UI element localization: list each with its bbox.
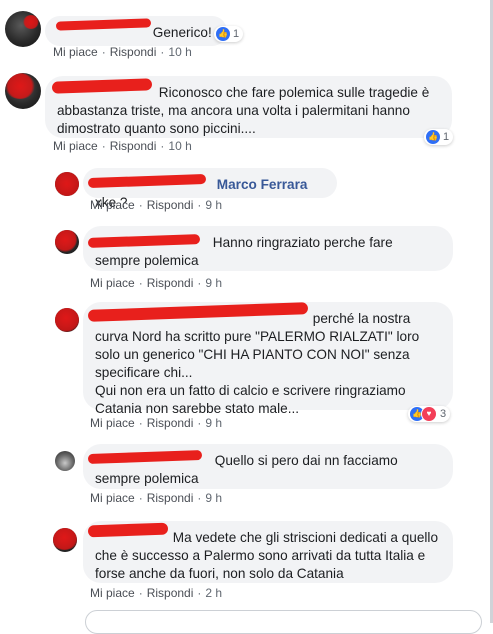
comment-actions: Mi piace · Rispondi · 9 h bbox=[90, 276, 223, 290]
like-link[interactable]: Mi piace bbox=[90, 276, 135, 290]
comment-text: Quello si pero dai nn facciamo sempre po… bbox=[95, 453, 398, 486]
comment-bubble: Generico! bbox=[45, 16, 227, 46]
reply-link[interactable]: Rispondi bbox=[147, 198, 194, 212]
reply-link[interactable]: Rispondi bbox=[147, 586, 194, 600]
reply-link[interactable]: Rispondi bbox=[147, 491, 194, 505]
reply-link[interactable]: Rispondi bbox=[147, 416, 194, 430]
avatar[interactable] bbox=[55, 308, 79, 332]
comment-actions: Mi piace · Rispondi · 9 h bbox=[90, 416, 223, 430]
reply-link[interactable]: Rispondi bbox=[147, 276, 194, 290]
timestamp[interactable]: 9 h bbox=[205, 416, 222, 430]
comment-text-continued: Qui non era un fatto di calcio e scriver… bbox=[95, 383, 406, 416]
like-link[interactable]: Mi piace bbox=[90, 586, 135, 600]
comment-bubble: Riconosco che fare polemica sulle traged… bbox=[45, 76, 452, 138]
comment-actions: Mi piace · Rispondi · 10 h bbox=[53, 45, 192, 59]
comment-text: perché la nostra curva Nord ha scritto p… bbox=[95, 311, 420, 380]
reaction-count: 3 bbox=[440, 408, 447, 420]
reply-input[interactable] bbox=[85, 610, 482, 634]
comment-actions: Mi piace · Rispondi · 10 h bbox=[53, 139, 192, 153]
reactions-badge[interactable]: 👍 ♥ 3 bbox=[408, 406, 451, 422]
thumbs-up-icon: 👍 bbox=[426, 130, 440, 144]
comment-mention[interactable]: Marco Ferrara bbox=[217, 177, 308, 192]
like-link[interactable]: Mi piace bbox=[90, 198, 135, 212]
like-link[interactable]: Mi piace bbox=[53, 45, 98, 59]
reaction-count: 1 bbox=[443, 131, 450, 143]
comment-text: Hanno ringraziato perche fare sempre pol… bbox=[95, 235, 393, 268]
avatar[interactable] bbox=[55, 172, 79, 196]
comment-text: Riconosco che fare polemica sulle traged… bbox=[57, 85, 430, 136]
comment-bubble: Quello si pero dai nn facciamo sempre po… bbox=[83, 444, 453, 489]
heart-icon: ♥ bbox=[421, 406, 437, 422]
reactions-badge[interactable]: 👍 1 bbox=[214, 26, 244, 42]
like-link[interactable]: Mi piace bbox=[90, 491, 135, 505]
comment-actions: Mi piace · Rispondi · 9 h bbox=[90, 491, 223, 505]
timestamp[interactable]: 9 h bbox=[205, 491, 222, 505]
avatar[interactable] bbox=[5, 11, 41, 47]
reaction-count: 1 bbox=[233, 28, 240, 40]
comment-actions: Mi piace · Rispondi · 2 h bbox=[90, 586, 223, 600]
like-link[interactable]: Mi piace bbox=[53, 139, 98, 153]
timestamp[interactable]: 9 h bbox=[205, 198, 222, 212]
comment-bubble: Ma vedete che gli striscioni dedicati a … bbox=[83, 521, 453, 583]
timestamp[interactable]: 2 h bbox=[205, 586, 222, 600]
timestamp[interactable]: 10 h bbox=[168, 139, 191, 153]
comment-bubble: perché la nostra curva Nord ha scritto p… bbox=[83, 302, 453, 416]
comment-bubble: Hanno ringraziato perche fare sempre pol… bbox=[83, 226, 453, 271]
avatar[interactable] bbox=[5, 73, 41, 109]
reply-link[interactable]: Rispondi bbox=[110, 139, 157, 153]
comment-text: Ma vedete che gli striscioni dedicati a … bbox=[95, 530, 439, 581]
avatar[interactable] bbox=[55, 451, 75, 471]
reply-link[interactable]: Rispondi bbox=[110, 45, 157, 59]
timestamp[interactable]: 9 h bbox=[205, 276, 222, 290]
comment-bubble: Marco Ferrara xke ? bbox=[83, 168, 337, 210]
comment-actions: Mi piace · Rispondi · 9 h bbox=[90, 198, 223, 212]
timestamp[interactable]: 10 h bbox=[168, 45, 191, 59]
reactions-badge[interactable]: 👍 1 bbox=[424, 129, 454, 145]
avatar[interactable] bbox=[53, 528, 77, 552]
comment-text: Generico! bbox=[152, 25, 212, 40]
like-link[interactable]: Mi piace bbox=[90, 416, 135, 430]
avatar[interactable] bbox=[55, 230, 79, 254]
thumbs-up-icon: 👍 bbox=[216, 27, 230, 41]
